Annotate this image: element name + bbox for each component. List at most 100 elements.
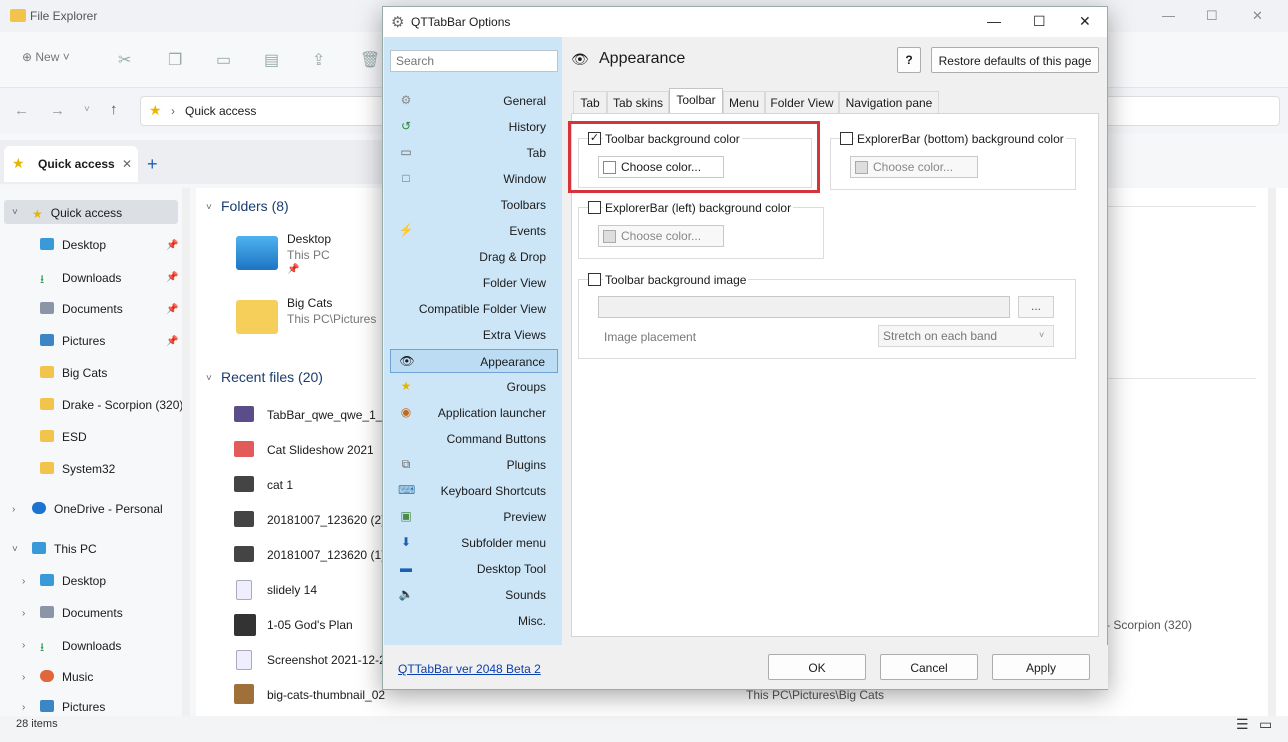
recent-file[interactable]: slidely 14 <box>267 583 317 597</box>
category-preview[interactable]: ▣ Preview <box>390 505 558 529</box>
recent-file[interactable]: 20181007_123620 (2) <box>267 513 385 527</box>
nav-desktop[interactable]: Desktop <box>40 238 106 262</box>
image-path-input[interactable] <box>598 296 1010 318</box>
tab-folder-view[interactable]: Folder View <box>765 91 839 113</box>
category-misc[interactable]: Misc. <box>390 609 558 633</box>
category-folder-view[interactable]: Folder View <box>390 271 558 295</box>
back-icon[interactable]: ← <box>14 102 29 119</box>
version-link[interactable]: QTTabBar ver 2048 Beta 2 <box>398 662 541 676</box>
nav-downloads[interactable]: ⭳ Downloads <box>40 270 121 294</box>
nav-onedrive[interactable]: OneDrive - Personal <box>32 502 163 526</box>
chevron-right-icon[interactable]: › <box>22 608 25 619</box>
nav-documents[interactable]: Documents <box>40 302 123 326</box>
toolbar-bg-image-checkbox[interactable] <box>588 273 601 286</box>
copy-icon[interactable]: ❐ <box>168 50 182 70</box>
explorerbar-left-label[interactable]: ExplorerBar (left) background color <box>603 201 794 215</box>
nav-drake[interactable]: Drake - Scorpion (320) <box>40 398 183 422</box>
recent-file[interactable]: 20181007_123620 (1) <box>267 548 385 562</box>
nav-big-cats[interactable]: Big Cats <box>40 366 107 390</box>
tiles-view-icon[interactable]: ▭ <box>1259 716 1272 733</box>
close-icon[interactable]: ✕ <box>1079 13 1091 30</box>
choose-color-button[interactable]: Choose color... <box>598 225 724 247</box>
chevron-right-icon[interactable]: › <box>22 702 25 713</box>
nav-esd[interactable]: ESD <box>40 430 87 454</box>
tab-toolbar[interactable]: Toolbar <box>669 88 723 114</box>
category-keyboard-shortcuts[interactable]: ⌨ Keyboard Shortcuts <box>390 479 558 503</box>
category-tab[interactable]: ▭ Tab <box>390 141 558 165</box>
nav-this-pc[interactable]: This PC <box>32 542 97 566</box>
category-plugins[interactable]: ⧉ Plugins <box>390 453 558 477</box>
chevron-right-icon[interactable]: › <box>12 504 15 515</box>
category-groups[interactable]: ★ Groups <box>390 375 558 399</box>
category-sounds[interactable]: 🔈 Sounds <box>390 583 558 607</box>
new-tab-icon[interactable]: + <box>147 154 158 175</box>
nav-pc-downloads[interactable]: ⭳ Downloads <box>40 638 121 662</box>
folder-name[interactable]: Desktop <box>287 232 331 246</box>
chevron-right-icon[interactable]: › <box>22 576 25 587</box>
chevron-down-icon[interactable]: ˅ <box>206 202 212 213</box>
tab-quick-access[interactable]: ★ Quick access ✕ <box>4 146 138 182</box>
rename-icon[interactable]: ▤ <box>264 50 279 70</box>
nav-scrollbar[interactable] <box>182 188 190 716</box>
chevron-right-icon[interactable]: › <box>22 640 25 651</box>
tab-navigation-pane[interactable]: Navigation pane <box>839 91 939 113</box>
category-command-buttons[interactable]: Command Buttons <box>390 427 558 451</box>
help-button[interactable]: ? <box>897 47 921 73</box>
category-drag-drop[interactable]: Drag & Drop <box>390 245 558 269</box>
content-scrollbar[interactable] <box>1268 188 1276 716</box>
explorerbar-bottom-label[interactable]: ExplorerBar (bottom) background color <box>855 132 1066 146</box>
recent-file[interactable]: big-cats-thumbnail_02 <box>267 688 385 702</box>
image-placement-select[interactable]: Stretch on each band ˅ <box>878 325 1054 347</box>
new-button[interactable]: ⊕ New ˅ <box>22 50 70 64</box>
recent-file[interactable]: cat 1 <box>267 478 293 492</box>
cut-icon[interactable]: ✂ <box>118 50 131 70</box>
nav-pc-documents[interactable]: Documents <box>40 606 123 630</box>
category-application-launcher[interactable]: ◉ Application launcher <box>390 401 558 425</box>
toolbar-bg-image-label[interactable]: Toolbar background image <box>603 273 749 287</box>
delete-icon[interactable]: 🗑 <box>360 50 380 70</box>
share-icon[interactable]: ⇪ <box>312 50 325 70</box>
paste-icon[interactable]: ▭ <box>216 50 231 70</box>
tab-menu[interactable]: Menu <box>723 91 765 113</box>
browse-button[interactable]: ... <box>1018 296 1054 318</box>
recent-file[interactable]: 1-05 God's Plan <box>267 618 353 632</box>
search-input[interactable] <box>390 50 558 72</box>
nav-quick-access[interactable]: ★ Quick access <box>32 206 122 230</box>
category-desktop-tool[interactable]: ▬ Desktop Tool <box>390 557 558 581</box>
nav-pictures[interactable]: Pictures <box>40 334 105 358</box>
recent-file[interactable]: TabBar_qwe_qwe_1_Ta <box>267 408 395 422</box>
category-extra-views[interactable]: Extra Views <box>390 323 558 347</box>
category-appearance[interactable]: 👁 Appearance <box>390 349 558 373</box>
maximize-icon[interactable]: ☐ <box>1206 8 1218 24</box>
restore-defaults-button[interactable]: Restore defaults of this page <box>931 47 1099 73</box>
nav-system32[interactable]: System32 <box>40 462 115 486</box>
ok-button[interactable]: OK <box>768 654 866 680</box>
chevron-down-icon[interactable]: ˅ <box>12 544 18 555</box>
up-icon[interactable]: ↑ <box>110 101 118 118</box>
recent-file[interactable]: Cat Slideshow 2021 <box>267 443 374 457</box>
category-general[interactable]: ⚙ General <box>390 89 558 113</box>
maximize-icon[interactable]: ☐ <box>1033 13 1046 30</box>
nav-pc-music[interactable]: Music <box>40 670 93 694</box>
apply-button[interactable]: Apply <box>992 654 1090 680</box>
details-view-icon[interactable]: ☰ <box>1236 716 1249 733</box>
category-toolbars[interactable]: Toolbars <box>390 193 558 217</box>
recent-file[interactable]: Screenshot 2021-12-2 <box>267 653 386 667</box>
category-events[interactable]: ⚡ Events <box>390 219 558 243</box>
minimize-icon[interactable]: — <box>987 13 1001 29</box>
category-window[interactable]: □ Window <box>390 167 558 191</box>
folder-name[interactable]: Big Cats <box>287 296 332 310</box>
category-history[interactable]: ↺ History <box>390 115 558 139</box>
cancel-button[interactable]: Cancel <box>880 654 978 680</box>
category-compatible-folder-view[interactable]: Compatible Folder View <box>390 297 558 321</box>
nav-pc-desktop[interactable]: Desktop <box>40 574 106 598</box>
close-icon[interactable]: ✕ <box>1252 8 1263 24</box>
chevron-down-icon[interactable]: ˅ <box>206 373 212 384</box>
folders-header[interactable]: Folders (8) <box>221 198 289 214</box>
recent-header[interactable]: Recent files (20) <box>221 369 323 385</box>
recent-icon[interactable]: ˅ <box>84 104 90 115</box>
explorerbar-left-checkbox[interactable] <box>588 201 601 214</box>
minimize-icon[interactable]: — <box>1162 8 1175 23</box>
category-subfolder-menu[interactable]: ⬇ Subfolder menu <box>390 531 558 555</box>
chevron-right-icon[interactable]: › <box>22 672 25 683</box>
